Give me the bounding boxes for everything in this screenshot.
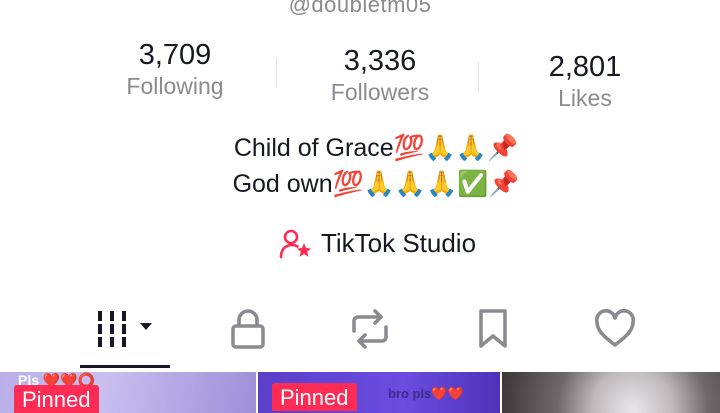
stat-followers[interactable]: 3,336 Followers xyxy=(285,44,475,112)
heart-icon xyxy=(593,309,637,349)
likes-label: Likes xyxy=(558,85,612,111)
pinned-badge: Pinned xyxy=(272,383,357,411)
lock-icon xyxy=(228,308,268,350)
bookmark-icon xyxy=(476,308,510,350)
followers-count: 3,336 xyxy=(343,45,417,77)
stat-likes[interactable]: 2,801 Likes xyxy=(490,50,680,112)
profile-bio: Child of Grace💯🙏🙏📌 God own💯🙏🙏🙏✅📌 xyxy=(0,130,720,202)
tab-videos[interactable] xyxy=(80,298,170,368)
pinned-badge: Pinned xyxy=(14,385,99,413)
active-tab-indicator xyxy=(80,365,170,368)
tab-reposts[interactable] xyxy=(325,298,415,360)
video-thumbnail[interactable]: Pls ❤️❤️⭕ Pinned xyxy=(0,372,256,413)
grid-icon xyxy=(94,309,156,349)
video-grid: Pls ❤️❤️⭕ Pinned bro pls❤️❤️ Pinned xyxy=(0,372,720,413)
thumbnail-caption: bro pls❤️❤️ xyxy=(388,386,464,401)
repost-icon xyxy=(348,309,392,349)
tab-private[interactable] xyxy=(203,298,293,360)
tab-favorites[interactable] xyxy=(448,298,538,360)
video-thumbnail[interactable] xyxy=(502,372,720,413)
bio-line: God own💯🙏🙏🙏✅📌 xyxy=(232,170,520,198)
creator-star-icon xyxy=(279,229,313,259)
video-thumbnail[interactable]: bro pls❤️❤️ Pinned xyxy=(258,372,500,413)
followers-label: Followers xyxy=(330,79,430,105)
stat-following[interactable]: 3,709 Following xyxy=(80,38,270,112)
tiktok-studio-label: TikTok Studio xyxy=(320,228,477,258)
username: @doubletm05 xyxy=(288,0,432,17)
tiktok-studio-link[interactable]: TikTok Studio xyxy=(0,228,720,259)
stat-divider xyxy=(478,62,479,92)
likes-count: 2,801 xyxy=(548,51,622,83)
stat-divider xyxy=(276,58,277,88)
following-label: Following xyxy=(126,73,224,99)
tab-liked[interactable] xyxy=(570,298,660,360)
following-count: 3,709 xyxy=(138,39,212,71)
bio-line: Child of Grace💯🙏🙏📌 xyxy=(233,134,519,162)
profile-stats: 3,709 Following 3,336 Followers 2,801 Li… xyxy=(80,38,680,112)
profile-tabs xyxy=(20,298,700,368)
